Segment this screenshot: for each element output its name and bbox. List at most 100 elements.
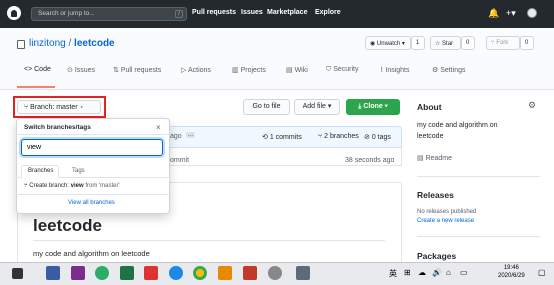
branch-filter-input[interactable] <box>21 139 163 156</box>
powerpoint-icon[interactable] <box>243 266 257 280</box>
sidebar-divider <box>417 176 540 177</box>
unwatch-button[interactable]: ◉ Unwatch ▾ <box>365 36 411 50</box>
clone-label: Clone <box>363 103 383 110</box>
create-branch-option[interactable]: ⑂ Create branch: view from 'master' <box>24 183 120 189</box>
app-slate-icon[interactable] <box>296 266 310 280</box>
system-clock[interactable]: 19:46 2020/6/29 <box>498 264 525 280</box>
star-button[interactable]: ☆ Star <box>430 36 461 50</box>
excel-icon[interactable] <box>120 266 134 280</box>
readme-heading: leetcode <box>33 216 102 235</box>
search-placeholder: Search or jump to... <box>38 10 95 17</box>
packages-title: Packages <box>417 251 457 261</box>
fork-label: Fork <box>496 40 509 46</box>
volume-icon[interactable]: 🔊 <box>432 268 442 277</box>
dropdown-divider <box>16 194 170 195</box>
repo-owner-link[interactable]: linzitong <box>29 38 66 49</box>
tab-code[interactable]: <> Code <box>24 66 51 73</box>
readme-description: my code and algorithm on leetcode <box>33 249 150 258</box>
fork-button[interactable]: ⑂ Fork <box>486 36 520 50</box>
gear-icon[interactable]: ⚙ <box>528 100 536 111</box>
about-text-line-1: my code and algorithm on <box>417 122 498 129</box>
issue-icon: ⊙ <box>67 67 75 74</box>
repo-book-icon <box>17 40 25 49</box>
tags-link[interactable]: ⊘ 0 tags <box>364 133 391 141</box>
tab-pull-requests[interactable]: ⇅ Pull requests <box>113 66 161 74</box>
unwatch-label: Unwatch <box>376 41 401 47</box>
windows-start-icon[interactable] <box>12 268 23 279</box>
bell-icon[interactable]: 🔔 <box>488 8 499 19</box>
create-release-link[interactable]: Create a new release <box>417 218 474 224</box>
tag-icon: ⊘ <box>364 134 372 141</box>
cloud-icon[interactable]: ☁ <box>418 268 426 277</box>
about-title: About <box>417 102 442 112</box>
eye-icon: ◉ <box>370 41 377 47</box>
chrome-icon[interactable] <box>193 266 207 280</box>
clone-button[interactable]: ⤓ Clone ▾ <box>346 99 400 115</box>
wechat-icon[interactable] <box>95 266 109 280</box>
battery-icon[interactable]: ▭ <box>460 268 468 277</box>
nav-issues[interactable]: Issues <box>241 9 263 16</box>
go-to-file-button[interactable]: Go to file <box>243 99 290 115</box>
repo-title: linzitong / leetcode <box>29 38 115 49</box>
github-logo-icon[interactable] <box>7 6 21 20</box>
commits-link[interactable]: ⟲ 1 commits <box>262 133 302 141</box>
app-gray-icon[interactable] <box>268 266 282 280</box>
repo-name-link[interactable]: leetcode <box>74 38 115 49</box>
star-count[interactable]: 0 <box>461 36 475 50</box>
tab-issues[interactable]: ⊙ Issues <box>67 66 95 74</box>
readme-divider <box>33 240 385 241</box>
network-icon[interactable]: ⌂ <box>446 268 451 277</box>
add-file-label: Add file <box>302 103 326 110</box>
tab-settings[interactable]: ⚙ Settings <box>432 66 466 74</box>
app-orange-icon[interactable] <box>218 266 232 280</box>
repo-separator: / <box>68 38 72 49</box>
commit-ago-text: ago <box>170 133 182 140</box>
search-shortcut-key: / <box>175 10 183 18</box>
nav-marketplace[interactable]: Marketplace <box>267 9 307 16</box>
no-releases-text: No releases published <box>417 209 477 215</box>
watch-count[interactable]: 1 <box>411 36 425 50</box>
tab-branches[interactable]: Branches <box>28 168 53 174</box>
tab-wiki[interactable]: ▤ Wiki <box>286 66 308 74</box>
dropdown-title: Switch branches/tags <box>24 124 91 131</box>
project-icon: ▥ <box>232 67 241 74</box>
book-icon: ▤ <box>286 67 295 74</box>
edge-icon[interactable] <box>169 266 183 280</box>
nav-explore[interactable]: Explore <box>315 9 341 16</box>
star-label: Star <box>442 41 454 47</box>
branches-link[interactable]: ⑂ 2 branches <box>318 133 359 140</box>
ime-language-indicator[interactable]: 英 <box>389 268 397 279</box>
play-icon: ▷ <box>181 67 188 74</box>
caret-icon: ▾ <box>382 103 388 110</box>
nav-pull-requests[interactable]: Pull requests <box>192 9 236 16</box>
tab-tags[interactable]: Tags <box>72 168 85 174</box>
add-file-button[interactable]: Add file ▾ <box>294 99 340 115</box>
caret-icon: ▾ <box>400 41 405 47</box>
search-input[interactable]: Search or jump to... / <box>31 7 187 21</box>
input-panel-icon[interactable]: ⊞ <box>404 268 411 277</box>
readme-link[interactable]: ▤ Readme <box>417 154 452 162</box>
app-red-icon[interactable] <box>144 266 158 280</box>
active-tab-underline <box>17 86 55 88</box>
vs-code-icon[interactable] <box>46 266 60 280</box>
close-icon[interactable]: × <box>156 123 161 132</box>
file-commit-message[interactable]: ommit <box>170 157 189 164</box>
tab-projects[interactable]: ▥ Projects <box>232 66 266 74</box>
tab-security[interactable]: ⛉ Security <box>326 66 359 74</box>
tab-actions[interactable]: ▷ Actions <box>181 66 211 74</box>
about-text-line-2: leetcode <box>417 133 444 140</box>
clock-date: 2020/6/29 <box>498 273 525 279</box>
book-icon: ▤ <box>417 155 426 162</box>
tab-insights[interactable]: ⌇ Insights <box>380 66 410 74</box>
star-icon: ☆ <box>435 41 443 47</box>
sidebar-divider <box>417 236 540 237</box>
plus-icon[interactable]: +▾ <box>506 8 516 19</box>
avatar[interactable] <box>527 8 537 18</box>
fork-count[interactable]: 0 <box>520 36 534 50</box>
view-all-branches-link[interactable]: View all branches <box>68 200 115 206</box>
onenote-icon[interactable] <box>71 266 85 280</box>
highlight-box <box>13 96 106 118</box>
notification-icon[interactable]: ▢ <box>538 268 546 277</box>
commit-expand-button[interactable]: ... <box>186 132 196 138</box>
releases-title: Releases <box>417 190 454 200</box>
